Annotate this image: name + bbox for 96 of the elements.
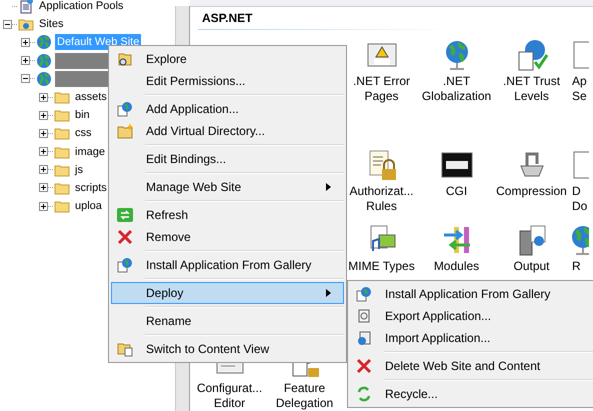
feature-label: R xyxy=(572,258,581,274)
feature-label: Globalization xyxy=(422,89,492,104)
globe-icon xyxy=(36,70,52,87)
folder-icon xyxy=(54,180,70,195)
menu-item[interactable]: Install Application From Gallery xyxy=(350,283,593,305)
feature-label: Authorizat... xyxy=(349,184,414,200)
feature-label: CGI xyxy=(446,184,468,200)
globe-document-icon xyxy=(117,257,133,273)
expand-toggle[interactable] xyxy=(39,202,48,211)
feature-label: Ap xyxy=(572,74,587,90)
feature-label: Configurat... xyxy=(196,381,262,396)
feature-label: Modules xyxy=(434,258,480,274)
globe-icon xyxy=(36,52,52,69)
menu-item[interactable]: Refresh xyxy=(111,204,344,226)
feature-item[interactable]: R xyxy=(569,222,593,274)
feature-item[interactable]: CGI xyxy=(419,148,494,200)
folder-icon xyxy=(54,144,70,159)
feature-item[interactable]: Modules xyxy=(419,222,494,274)
feature-item[interactable]: .NET Trust Levels xyxy=(494,38,569,104)
box-globe-icon xyxy=(356,330,372,346)
menu-item[interactable]: Edit Permissions... xyxy=(111,70,344,92)
feature-label: D xyxy=(572,184,581,200)
menu-item[interactable]: Add Application... xyxy=(111,98,344,120)
folder-globe-icon xyxy=(18,17,34,32)
expand-toggle[interactable] xyxy=(39,110,48,120)
expand-toggle[interactable] xyxy=(39,183,48,192)
expand-toggle[interactable] xyxy=(39,147,48,156)
feature-label: Do xyxy=(572,199,588,214)
feature-label: .NET xyxy=(442,74,470,90)
feature-label: Levels xyxy=(514,89,549,104)
expand-toggle[interactable] xyxy=(39,92,48,102)
tree-item[interactable]: css xyxy=(73,125,94,142)
globe-document-icon xyxy=(356,286,372,302)
feature-item[interactable]: Compression xyxy=(494,148,569,200)
expand-toggle[interactable] xyxy=(39,165,48,174)
group-heading: ASP.NET xyxy=(201,10,254,27)
globe-document-icon xyxy=(117,101,133,117)
recycle-icon xyxy=(356,386,372,402)
menu-item[interactable]: Install Application From Gallery xyxy=(111,254,344,276)
feature-item[interactable]: Output xyxy=(494,222,569,274)
tree-item[interactable]: js xyxy=(73,162,85,178)
feature-item[interactable]: MIME Types xyxy=(344,222,419,274)
feature-item[interactable]: D Do xyxy=(569,148,593,214)
menu-item[interactable]: Delete Web Site and Content xyxy=(350,355,593,377)
feature-item[interactable]: .NET Error Pages xyxy=(344,38,419,104)
app-pool-icon xyxy=(18,0,34,14)
folder-icon xyxy=(54,126,70,140)
feature-label: Editor xyxy=(214,396,246,411)
folder-star-icon xyxy=(117,123,133,139)
folder-magnifier-icon xyxy=(117,51,133,67)
menu-item[interactable]: Edit Bindings... xyxy=(111,148,344,170)
menu-item[interactable]: Remove xyxy=(111,226,344,248)
tree-item[interactable]: Application Pools xyxy=(37,0,126,14)
feature-label: Output xyxy=(513,258,550,274)
menu-item[interactable]: Manage Web Site xyxy=(111,176,344,198)
feature-label: .NET Trust xyxy=(502,74,560,90)
delete-icon xyxy=(356,358,372,374)
feature-label: Compression xyxy=(496,184,567,200)
folder-icon xyxy=(54,199,70,214)
feature-label: MIME Types xyxy=(348,258,415,274)
expand-toggle[interactable] xyxy=(21,74,30,84)
tree-item[interactable]: bin xyxy=(73,107,92,124)
tree-item[interactable]: scripts xyxy=(73,180,109,196)
folder-icon xyxy=(54,90,70,104)
feature-label: Rules xyxy=(366,199,397,214)
folders-icon xyxy=(117,341,133,357)
expand-toggle[interactable] xyxy=(3,20,12,29)
menu-item[interactable]: Switch to Content View xyxy=(111,338,344,360)
refresh-icon xyxy=(117,207,133,223)
menu-item[interactable]: Export Application... xyxy=(350,305,593,327)
menu-item[interactable]: Add Virtual Directory... xyxy=(111,120,344,142)
package-icon xyxy=(356,308,372,324)
tree-item[interactable]: Sites xyxy=(37,16,66,32)
feature-label: Feature xyxy=(284,381,326,396)
folder-icon xyxy=(54,108,70,122)
feature-label: .NET Error xyxy=(352,74,410,90)
folder-icon xyxy=(54,162,70,177)
menu-item[interactable]: Recycle... xyxy=(350,383,593,405)
tree-item[interactable]: image xyxy=(73,144,107,160)
menu-item[interactable]: Import Application... xyxy=(350,327,593,349)
menu-item[interactable]: Deploy xyxy=(111,282,344,304)
feature-item[interactable]: Authorizat... Rules xyxy=(344,148,419,214)
menu-item[interactable]: Explore xyxy=(111,48,344,70)
feature-label: Delegation xyxy=(276,396,334,411)
tree-item[interactable]: uploa xyxy=(73,198,104,214)
expand-toggle[interactable] xyxy=(21,38,30,47)
menu-item[interactable]: Rename xyxy=(111,310,344,332)
globe-icon xyxy=(36,34,52,50)
feature-item[interactable]: Ap Se xyxy=(569,38,593,104)
feature-label: Pages xyxy=(364,89,399,104)
expand-toggle[interactable] xyxy=(39,128,48,138)
delete-icon xyxy=(117,229,133,245)
tree-item[interactable]: assets xyxy=(73,89,109,106)
expand-toggle[interactable] xyxy=(21,56,30,66)
feature-item[interactable]: .NET Globalization xyxy=(419,38,494,104)
feature-label: Se xyxy=(572,89,587,104)
